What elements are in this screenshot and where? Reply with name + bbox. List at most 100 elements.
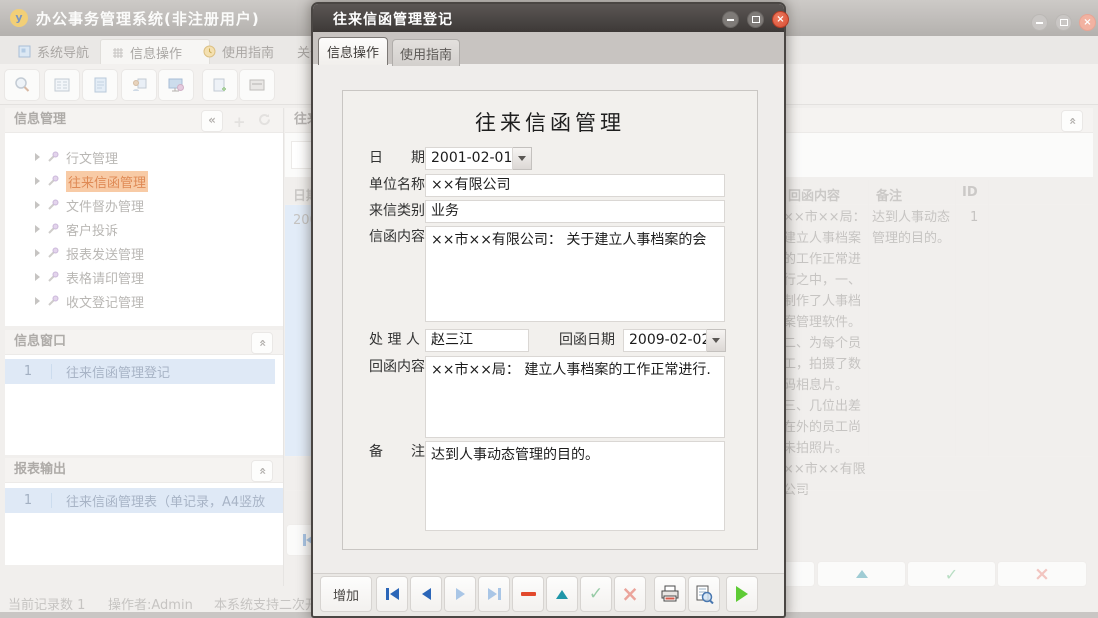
content-textarea[interactable]: ××市××有限公司： 关于建立人事档案的会 xyxy=(425,226,725,322)
bg-confirm-button[interactable]: ✓ xyxy=(907,561,996,587)
print-button[interactable] xyxy=(654,576,686,612)
row-label: 往来信函管理登记 xyxy=(52,362,170,381)
maximize-button[interactable] xyxy=(1055,14,1072,31)
col-header-id[interactable]: ID xyxy=(962,185,978,200)
dialog-close-button[interactable]: × xyxy=(772,11,789,28)
window-list-item[interactable]: 1 往来信函管理登记 xyxy=(5,359,275,384)
close-button[interactable]: × xyxy=(1079,14,1096,31)
first-bar-icon xyxy=(386,588,389,600)
reply-date-combobox[interactable]: 2009-02-02 xyxy=(623,329,707,352)
tab-label: 信息操作 xyxy=(327,42,379,61)
reply-date-dropdown-button[interactable] xyxy=(707,329,726,352)
bg-up-button[interactable] xyxy=(817,561,906,587)
monitor-icon xyxy=(167,76,185,94)
tool-icon xyxy=(47,247,59,259)
sidebar: 信息管理 « + 行文管理 往来信函管理 文件督办管理 xyxy=(5,108,284,586)
minimize-icon xyxy=(1036,22,1043,24)
tree-item-label: 文件督办管理 xyxy=(66,196,144,215)
unit-field[interactable]: ××有限公司 xyxy=(425,174,725,197)
collapse-left-button[interactable]: « xyxy=(201,110,223,132)
tree-item-label: 往来信函管理 xyxy=(66,171,148,192)
dialog-maximize-button[interactable] xyxy=(747,11,764,28)
square-icon xyxy=(18,45,31,58)
cell-note[interactable]: 达到人事动态管理的目的。 xyxy=(872,207,952,249)
tree-item[interactable]: 行文管理 xyxy=(35,146,118,168)
tool-icon xyxy=(47,175,59,187)
add-icon[interactable]: + xyxy=(233,110,246,134)
minimize-button[interactable] xyxy=(1031,14,1048,31)
play-icon xyxy=(736,586,748,602)
tab-label: 信息操作 xyxy=(130,43,182,62)
col-header-reply[interactable]: 回函内容 xyxy=(788,185,840,204)
preview-button[interactable] xyxy=(688,576,720,612)
cancel-button[interactable]: × xyxy=(614,576,646,612)
run-button[interactable] xyxy=(726,576,758,612)
tab-label: 使用指南 xyxy=(222,42,274,61)
col-header-note[interactable]: 备注 xyxy=(876,185,902,204)
tree-item[interactable]: 报表发送管理 xyxy=(35,242,144,264)
tree-item[interactable]: 客户投诉 xyxy=(35,218,118,240)
dialog-title: 往来信函管理登记 xyxy=(333,9,453,29)
note-textarea[interactable]: 达到人事动态管理的目的。 xyxy=(425,441,725,531)
type-field[interactable]: 业务 xyxy=(425,200,725,223)
drawer-tool-button[interactable] xyxy=(239,69,275,101)
tree-item[interactable]: 文件督办管理 xyxy=(35,194,144,216)
expand-arrow-icon[interactable] xyxy=(35,225,40,233)
dialog-tabstrip: 信息操作 使用指南 xyxy=(313,32,784,64)
user-board-tool-button[interactable] xyxy=(121,69,157,101)
grid-icon xyxy=(111,46,124,59)
expand-arrow-icon[interactable] xyxy=(35,177,40,185)
add-record-button[interactable]: 增加 xyxy=(320,576,372,612)
tree-item-selected[interactable]: 往来信函管理 xyxy=(35,170,148,192)
dialog-minimize-button[interactable] xyxy=(722,11,739,28)
tree-item[interactable]: 收文登记管理 xyxy=(35,290,144,312)
monitor-tool-button[interactable] xyxy=(158,69,194,101)
document-tool-button[interactable] xyxy=(82,69,118,101)
up-icon xyxy=(856,570,868,578)
expand-arrow-icon[interactable] xyxy=(35,153,40,161)
expand-arrow-icon[interactable] xyxy=(35,249,40,257)
tree-item-label: 报表发送管理 xyxy=(66,244,144,263)
windows-panel-header: 信息窗口 « xyxy=(5,330,283,355)
nav-prev-button[interactable] xyxy=(410,576,442,612)
cell-id[interactable]: 1 xyxy=(970,207,978,228)
bg-cancel-button[interactable]: × xyxy=(997,561,1087,587)
expand-arrow-icon[interactable] xyxy=(35,297,40,305)
confirm-button[interactable]: ✓ xyxy=(580,576,612,612)
expand-arrow-icon[interactable] xyxy=(35,201,40,209)
doc-add-icon xyxy=(211,76,229,94)
nav-next-button[interactable] xyxy=(444,576,476,612)
dialog-tab-guide[interactable]: 使用指南 xyxy=(392,39,460,66)
date-combobox[interactable]: 2001-02-01 xyxy=(425,147,513,170)
refresh-icon[interactable] xyxy=(257,112,272,127)
drawer-icon xyxy=(248,76,266,94)
collapse-windows-button[interactable]: « xyxy=(251,332,273,354)
maximize-icon xyxy=(752,16,760,23)
tree-item[interactable]: 表格请印管理 xyxy=(35,266,144,288)
row-number: 1 xyxy=(5,493,52,508)
x-icon: × xyxy=(1034,563,1050,585)
status-record-count: 当前记录数 1 xyxy=(8,594,85,613)
dialog-tab-info-ops[interactable]: 信息操作 xyxy=(318,37,388,65)
delete-record-button[interactable] xyxy=(512,576,544,612)
maximize-icon xyxy=(1060,19,1068,26)
reply-textarea[interactable]: ××市××局： 建立人事档案的工作正常进行. xyxy=(425,356,725,438)
nav-first-button[interactable] xyxy=(376,576,408,612)
doc-add-tool-button[interactable] xyxy=(202,69,238,101)
search-tool-button[interactable] xyxy=(4,69,40,101)
next-arrow-icon xyxy=(456,588,465,600)
edit-record-button[interactable] xyxy=(546,576,578,612)
content-label: 信函内容 xyxy=(369,226,425,246)
expand-arrow-icon[interactable] xyxy=(35,273,40,281)
list-tool-button[interactable] xyxy=(44,69,80,101)
collapse-reports-button[interactable]: « xyxy=(251,460,273,482)
info-panel-header: 信息管理 « + xyxy=(5,108,283,133)
report-list-item[interactable]: 1 往来信函管理表（单记录，A4竖放 xyxy=(5,488,283,513)
handler-field[interactable]: 赵三江 xyxy=(425,329,529,352)
unit-label: 单位名称 xyxy=(369,174,425,194)
collapse-grid-button[interactable]: « xyxy=(1061,110,1083,132)
nav-last-button[interactable] xyxy=(478,576,510,612)
tab-label: 使用指南 xyxy=(400,44,452,63)
tool-icon xyxy=(47,271,59,283)
date-dropdown-button[interactable] xyxy=(513,147,532,170)
